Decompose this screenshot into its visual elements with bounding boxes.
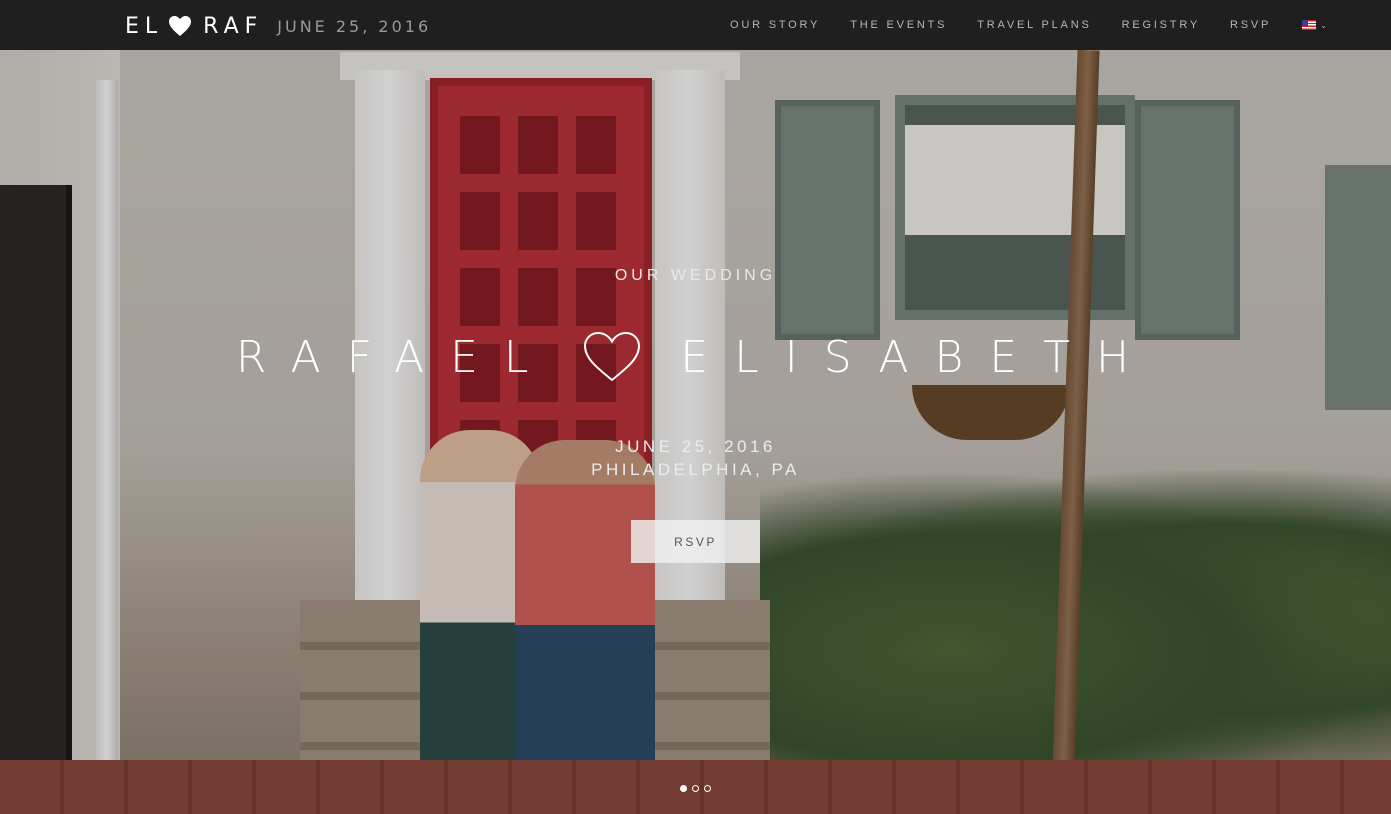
brand-date: JUNE 25, 2016	[277, 16, 432, 36]
nav-rsvp[interactable]: RSVP	[1215, 19, 1286, 31]
wedding-location: PHILADELPHIA, PA	[591, 460, 800, 479]
nav-travel-plans[interactable]: TRAVEL PLANS	[962, 19, 1106, 31]
hero-content: OUR WEDDING RAFAEL ELISABETH JUNE 25, 20…	[0, 0, 1391, 814]
nav-our-story[interactable]: OUR STORY	[715, 19, 835, 31]
couple-names: RAFAEL ELISABETH	[0, 330, 1391, 384]
top-navbar: EL RAF JUNE 25, 2016 OUR STORY THE EVENT…	[0, 0, 1391, 50]
slide-dot[interactable]	[680, 785, 687, 792]
us-flag-icon	[1302, 20, 1317, 30]
main-nav: OUR STORY THE EVENTS TRAVEL PLANS REGIST…	[715, 0, 1327, 50]
slide-dot[interactable]	[692, 785, 699, 792]
wedding-date: JUNE 25, 2016	[615, 437, 776, 456]
rsvp-button[interactable]: RSVP	[631, 520, 760, 563]
nav-the-events[interactable]: THE EVENTS	[835, 19, 962, 31]
slide-dot[interactable]	[704, 785, 711, 792]
hero-kicker: OUR WEDDING	[614, 267, 777, 284]
bride-name: ELISABETH	[680, 331, 1156, 383]
chevron-down-icon: ⌄	[1320, 20, 1327, 30]
brand-right-name: RAF	[203, 13, 264, 39]
heart-icon	[167, 15, 193, 37]
heart-outline-icon	[582, 330, 642, 384]
slide-indicators	[0, 785, 1391, 792]
brand-logo[interactable]: EL RAF JUNE 25, 2016	[125, 11, 431, 41]
brand-left-name: EL	[125, 13, 164, 39]
groom-name: RAFAEL	[235, 331, 555, 383]
nav-registry[interactable]: REGISTRY	[1107, 19, 1215, 31]
language-selector[interactable]: ⌄	[1302, 20, 1327, 30]
